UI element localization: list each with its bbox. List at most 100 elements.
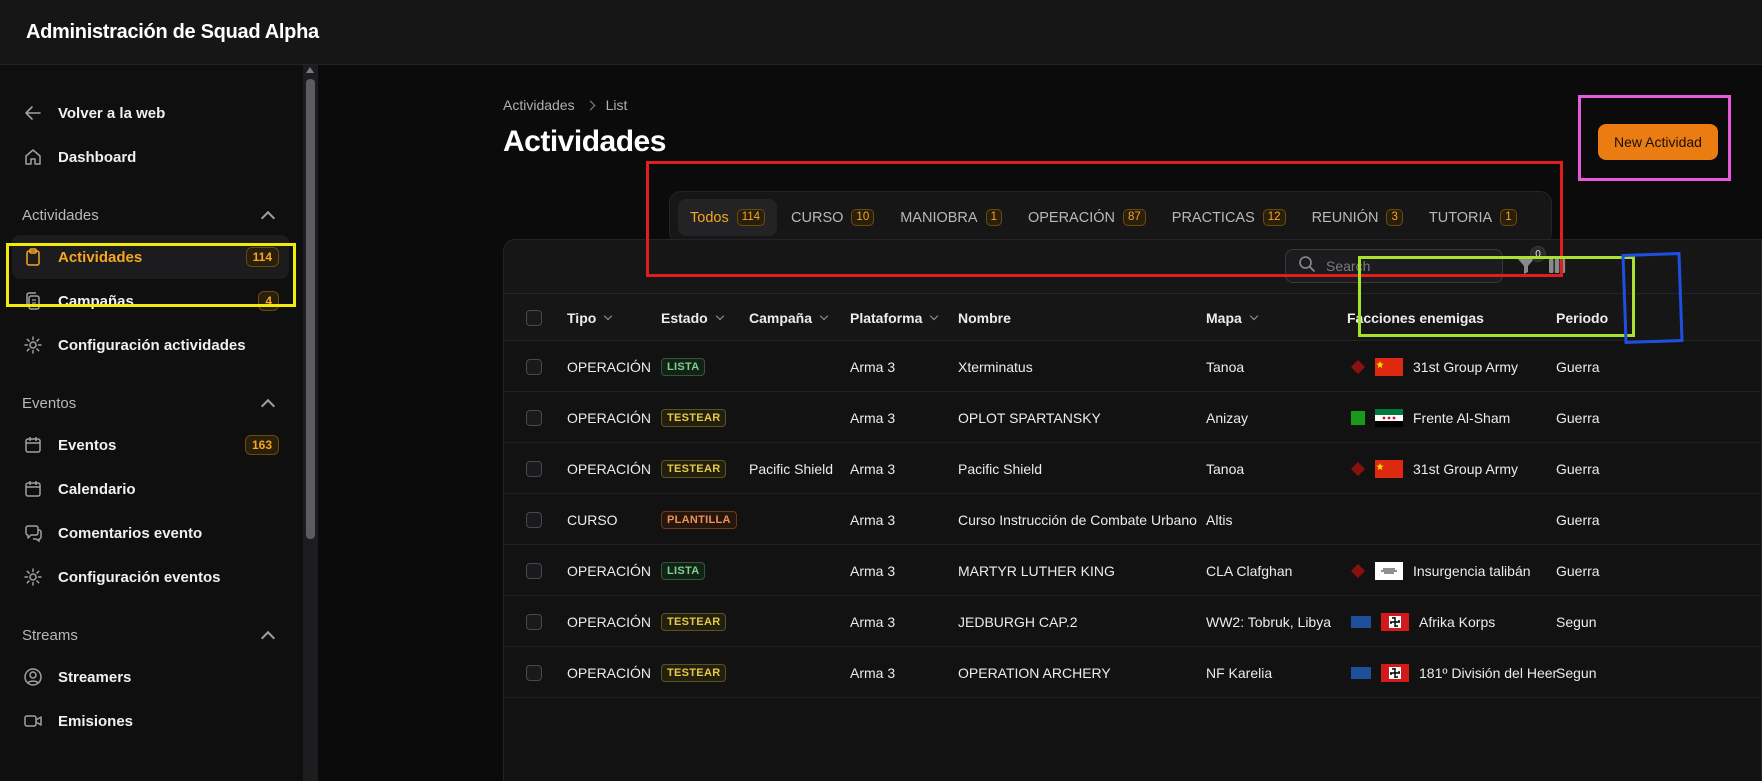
flag-icon bbox=[1375, 408, 1413, 427]
tab-count-badge: 1 bbox=[985, 209, 1002, 226]
sidebar-group-eventos[interactable]: Eventos bbox=[0, 383, 303, 423]
tab-label: Todos bbox=[690, 209, 729, 226]
row-checkbox[interactable] bbox=[526, 596, 542, 647]
cell-facciones: 31st Group Army bbox=[1351, 443, 1518, 494]
sidebar-item-eventos[interactable]: Eventos 163 bbox=[0, 423, 303, 467]
user-circle-icon bbox=[22, 666, 44, 688]
row-checkbox[interactable] bbox=[526, 545, 542, 596]
table-row[interactable]: CURSO PLANTILLA Arma 3 Curso Instrucción de… bbox=[504, 494, 1761, 545]
sidebar-item-configuracion-actividades[interactable]: Configuración actividades bbox=[0, 323, 303, 367]
tab-count-badge: 1 bbox=[1500, 209, 1517, 226]
cell-campana: Pacific Shield bbox=[749, 460, 834, 477]
sidebar-item-actividades[interactable]: Actividades 114 bbox=[12, 235, 289, 279]
sort-chevron-icon bbox=[819, 311, 829, 320]
calendar-icon bbox=[22, 434, 44, 456]
column-header-estado[interactable]: Estado bbox=[661, 294, 724, 341]
sidebar-group-actividades[interactable]: Actividades bbox=[0, 195, 303, 235]
row-checkbox[interactable] bbox=[526, 494, 542, 545]
count-badge: 163 bbox=[244, 435, 279, 455]
gear-icon bbox=[22, 566, 44, 588]
faction-label: Afrika Korps bbox=[1419, 613, 1496, 630]
sidebar-item-label: Campañas bbox=[58, 292, 134, 310]
sidebar-item-configuracion-eventos[interactable]: Configuración eventos bbox=[0, 555, 303, 599]
faction-marker-icon bbox=[1351, 359, 1375, 374]
column-header-mapa[interactable]: Mapa bbox=[1206, 294, 1259, 341]
status-badge: TESTEAR bbox=[661, 612, 727, 631]
tab-todos[interactable]: Todos 114 bbox=[678, 199, 778, 236]
cell-plataforma: Arma 3 bbox=[850, 511, 896, 528]
status-badge: PLANTILLA bbox=[661, 510, 737, 529]
table-row[interactable]: OPERACIÓN TESTEAR Arma 3 OPLOT SPARTANSKY An… bbox=[504, 392, 1761, 443]
column-header-plataforma[interactable]: Plataforma bbox=[850, 294, 939, 341]
row-checkbox[interactable] bbox=[526, 392, 542, 443]
cell-tipo: OPERACIÓN bbox=[567, 613, 652, 630]
cell-estado: TESTEAR bbox=[661, 596, 727, 647]
cell-facciones: Afrika Korps bbox=[1351, 596, 1495, 647]
breadcrumb-parent-link[interactable]: Actividades bbox=[503, 97, 575, 113]
group-title: Streams bbox=[22, 626, 78, 644]
column-header-nombre[interactable]: Nombre bbox=[958, 294, 1011, 341]
sidebar-item-label: Actividades bbox=[58, 248, 143, 266]
cell-nombre: OPERATION ARCHERY bbox=[958, 664, 1111, 681]
sidebar-item-calendario[interactable]: Calendario bbox=[0, 467, 303, 511]
sidebar-scrollbar[interactable] bbox=[303, 65, 318, 781]
sidebar-item-campanas[interactable]: Campañas 4 bbox=[0, 279, 303, 323]
tab-count-badge: 12 bbox=[1262, 209, 1286, 226]
tab-tutoria[interactable]: TUTORIA 1 bbox=[1417, 199, 1529, 236]
tab-curso[interactable]: CURSO 10 bbox=[779, 199, 886, 236]
faction-marker-icon bbox=[1351, 666, 1381, 680]
table-row[interactable]: OPERACIÓN LISTA Arma 3 Xterminatus Tanoa 31st… bbox=[504, 341, 1761, 392]
sidebar-item-streamers[interactable]: Streamers bbox=[0, 655, 303, 699]
flag-icon bbox=[1375, 561, 1413, 580]
tab-reunion[interactable]: REUNIÓN 3 bbox=[1300, 199, 1415, 236]
sidebar-item-comentarios-evento[interactable]: Comentarios evento bbox=[0, 511, 303, 555]
table-row[interactable]: OPERACIÓN TESTEAR Arma 3 OPERATION ARCHERY N… bbox=[504, 647, 1761, 698]
tab-maniobra[interactable]: MANIOBRA 1 bbox=[888, 199, 1014, 236]
sidebar-item-label: Calendario bbox=[58, 480, 136, 498]
column-header-campana[interactable]: Campaña bbox=[749, 294, 829, 341]
sidebar-item-label: Dashboard bbox=[58, 148, 137, 166]
row-checkbox[interactable] bbox=[526, 647, 542, 698]
back-to-web-link[interactable]: Volver a la web bbox=[0, 91, 303, 135]
page-title: Actividades bbox=[503, 125, 666, 158]
sidebar-item-dashboard[interactable]: Dashboard bbox=[0, 135, 303, 179]
scrollbar-thumb[interactable] bbox=[306, 79, 315, 539]
sidebar-item-emisiones[interactable]: Emisiones bbox=[0, 699, 303, 743]
search-box[interactable] bbox=[1285, 249, 1503, 283]
table-row[interactable]: OPERACIÓN TESTEAR Pacific Shield Arma 3 Paci… bbox=[504, 443, 1761, 494]
cell-estado: PLANTILLA bbox=[661, 494, 737, 545]
cell-facciones: Insurgencia talibán bbox=[1351, 545, 1531, 596]
faction-marker-icon bbox=[1351, 461, 1375, 476]
table-header: Tipo Estado Campaña Plataforma Nombre Ma… bbox=[504, 294, 1761, 341]
sidebar-group-streams[interactable]: Streams bbox=[0, 615, 303, 655]
row-checkbox[interactable] bbox=[526, 443, 542, 494]
cell-mapa: Anizay bbox=[1206, 409, 1249, 426]
calendar-icon bbox=[22, 478, 44, 500]
app-title: Administración de Squad Alpha bbox=[26, 20, 319, 43]
status-badge: TESTEAR bbox=[661, 663, 727, 682]
tab-label: OPERACIÓN bbox=[1027, 209, 1115, 226]
new-actividad-button[interactable]: New Actividad bbox=[1598, 124, 1718, 160]
column-header-facciones[interactable]: Facciones enemigas bbox=[1347, 294, 1484, 341]
tab-label: TUTORIA bbox=[1428, 209, 1493, 226]
select-all-checkbox[interactable] bbox=[526, 294, 542, 341]
tab-operacion[interactable]: OPERACIÓN 87 bbox=[1016, 199, 1158, 236]
tab-practicas[interactable]: PRACTICAS 12 bbox=[1160, 199, 1298, 236]
chevron-up-icon bbox=[260, 630, 276, 646]
column-header-tipo[interactable]: Tipo bbox=[567, 294, 613, 341]
search-input[interactable] bbox=[1326, 258, 1496, 274]
cell-tipo: CURSO bbox=[567, 511, 618, 528]
table-row[interactable]: OPERACIÓN TESTEAR Arma 3 JEDBURGH CAP.2 WW2:… bbox=[504, 596, 1761, 647]
group-title: Eventos bbox=[22, 394, 77, 412]
row-checkbox[interactable] bbox=[526, 341, 542, 392]
cell-tipo: OPERACIÓN bbox=[567, 409, 652, 426]
table-row[interactable]: OPERACIÓN LISTA Arma 3 MARTYR LUTHER KING CL… bbox=[504, 545, 1761, 596]
columns-icon[interactable] bbox=[1548, 257, 1566, 275]
cell-plataforma: Arma 3 bbox=[850, 613, 896, 630]
chevron-up-icon bbox=[260, 210, 276, 226]
cell-periodo: Guerra bbox=[1556, 409, 1600, 426]
cell-nombre: JEDBURGH CAP.2 bbox=[958, 613, 1078, 630]
column-header-periodo[interactable]: Periodo bbox=[1556, 294, 1608, 341]
scroll-up-arrow-icon[interactable] bbox=[306, 67, 314, 73]
main-content: Actividades List Actividades New Activid… bbox=[318, 65, 1762, 781]
